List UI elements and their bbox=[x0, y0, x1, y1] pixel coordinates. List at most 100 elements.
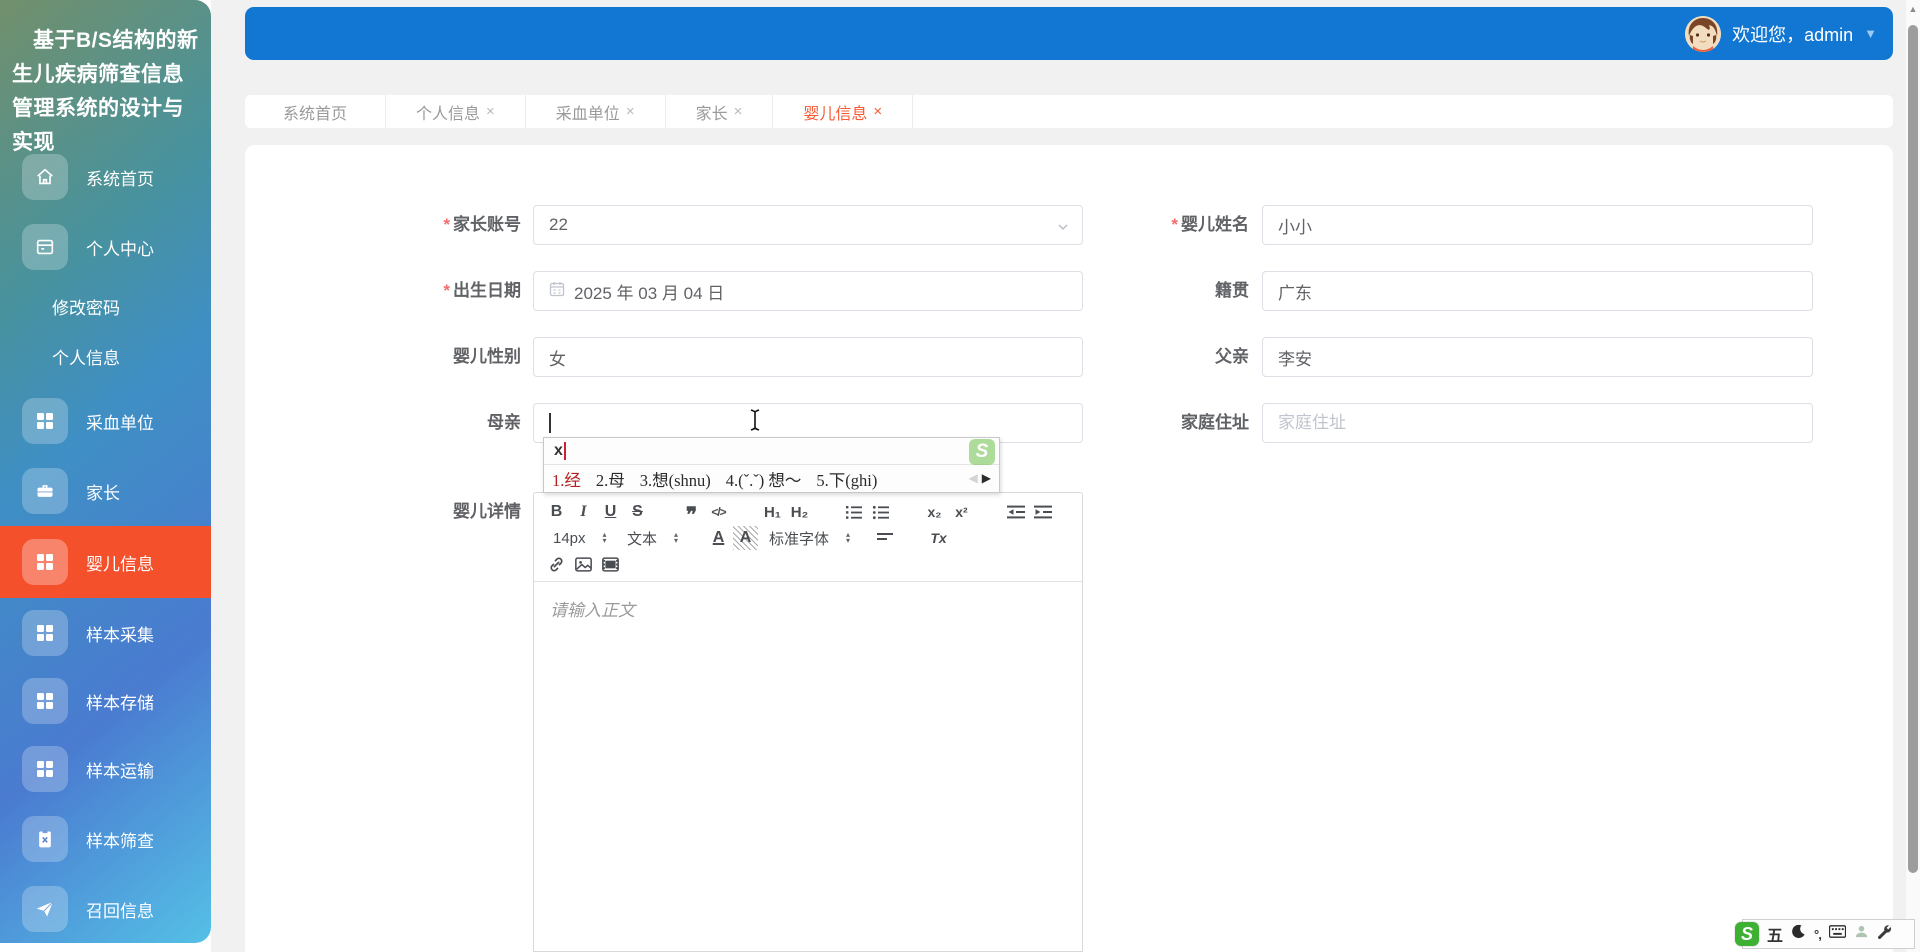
wrench-icon[interactable] bbox=[1877, 924, 1892, 944]
field-label: 婴儿性别 bbox=[453, 347, 521, 366]
code-block-button[interactable]: </> bbox=[706, 500, 731, 524]
format-select[interactable]: 文本 ▴ ▾ bbox=[618, 526, 704, 550]
ordered-list-button[interactable] bbox=[841, 500, 866, 524]
ibeam-cursor bbox=[748, 408, 762, 437]
tab-close-icon[interactable]: × bbox=[873, 103, 882, 120]
grid-icon bbox=[22, 398, 68, 444]
background-color-button[interactable]: A bbox=[733, 526, 758, 550]
ime-prev-page-icon[interactable]: ◀ bbox=[969, 471, 978, 486]
sogou-logo[interactable]: S bbox=[1735, 922, 1759, 946]
baby-info-form-card: *家长账号 22 *婴儿姓名 *出生日期 2025 年 03 月 04 日 籍贯 bbox=[245, 145, 1893, 952]
sidebar-item-home[interactable]: 系统首页 bbox=[0, 146, 211, 208]
avatar bbox=[1685, 15, 1722, 52]
scrollbar-up-arrow-icon[interactable]: ▲ bbox=[1906, 4, 1920, 14]
video-icon[interactable] bbox=[598, 552, 623, 576]
baby-name-input[interactable] bbox=[1262, 205, 1813, 245]
toolbar-row-3 bbox=[544, 551, 1072, 577]
sidebar-item-sample-storage[interactable]: 样本存储 bbox=[0, 670, 211, 732]
scrollbar-thumb[interactable] bbox=[1908, 25, 1918, 873]
superscript-button[interactable]: x² bbox=[949, 500, 974, 524]
home-address-input[interactable] bbox=[1262, 403, 1813, 443]
sidebar-item-blood-unit[interactable]: 采血单位 bbox=[0, 390, 211, 452]
link-icon[interactable] bbox=[544, 552, 569, 576]
sidebar-subitem-label: 个人信息 bbox=[52, 348, 120, 368]
user-icon[interactable] bbox=[1854, 924, 1869, 944]
tab-label: 系统首页 bbox=[283, 105, 348, 123]
image-icon[interactable] bbox=[571, 552, 596, 576]
subscript-button[interactable]: x₂ bbox=[922, 500, 947, 524]
tab-parents[interactable]: 家长 × bbox=[666, 95, 774, 128]
toolbar-gap bbox=[976, 500, 1001, 524]
native-place-input[interactable] bbox=[1262, 271, 1813, 311]
father-value[interactable] bbox=[1278, 347, 1797, 367]
sidebar-item-recall-info[interactable]: 召回信息 bbox=[0, 878, 211, 940]
baby-gender-value[interactable] bbox=[549, 347, 1067, 367]
tab-personal-info[interactable]: 个人信息 × bbox=[386, 95, 526, 128]
indent-button[interactable] bbox=[1030, 500, 1055, 524]
baby-gender-input[interactable] bbox=[533, 337, 1083, 377]
bold-button[interactable]: B bbox=[544, 500, 569, 524]
sidebar-item-sample-transport[interactable]: 样本运输 bbox=[0, 738, 211, 800]
ime-candidate-1[interactable]: 1.经 bbox=[552, 467, 581, 491]
moon-icon[interactable] bbox=[1791, 924, 1806, 944]
sidebar-subitem-personal-info[interactable]: 个人信息 bbox=[0, 334, 211, 378]
vertical-scrollbar[interactable]: ▲ bbox=[1906, 0, 1920, 952]
underline-button[interactable]: U bbox=[598, 500, 623, 524]
date-value: 2025 年 03 月 04 日 bbox=[574, 283, 725, 303]
heading2-button[interactable]: H₂ bbox=[787, 500, 812, 524]
ime-candidate-2[interactable]: 2.母 bbox=[596, 467, 625, 491]
sidebar-item-sample-collect[interactable]: 样本采集 bbox=[0, 602, 211, 664]
field-home-address: 家庭住址 bbox=[1005, 403, 1813, 443]
font-family-value: 标准字体 bbox=[769, 530, 830, 548]
sidebar-item-personal-center[interactable]: 个人中心 bbox=[0, 216, 211, 278]
text-color-button[interactable]: A bbox=[706, 526, 731, 550]
select-value: 22 bbox=[549, 215, 568, 234]
home-address-value[interactable] bbox=[1278, 413, 1797, 433]
sidebar-item-parents[interactable]: 家长 bbox=[0, 460, 211, 522]
sidebar-item-label: 系统首页 bbox=[86, 169, 154, 189]
editor-toolbar: B I U S ❞ </> H₁ H₂ x₂ x² 14px ▴ ▾ 文本 ▴ … bbox=[534, 493, 1082, 582]
tab-baby-info[interactable]: 婴儿信息 × bbox=[773, 95, 914, 128]
home-icon bbox=[22, 154, 68, 200]
italic-button[interactable]: I bbox=[571, 500, 596, 524]
ime-candidate-3[interactable]: 3.想(shnu) bbox=[640, 467, 711, 491]
sidebar-item-baby-info[interactable]: 婴儿信息 bbox=[0, 526, 211, 598]
font-size-select[interactable]: 14px ▴ ▾ bbox=[544, 526, 616, 550]
ime-candidate-5[interactable]: 5.下(ghi) bbox=[816, 467, 877, 491]
ime-status-bar[interactable]: S 五 °, bbox=[1735, 919, 1915, 949]
parent-account-select[interactable]: 22 bbox=[533, 205, 1083, 245]
birth-date-picker[interactable]: 2025 年 03 月 04 日 bbox=[533, 271, 1083, 311]
tab-home[interactable]: 系统首页 bbox=[245, 95, 387, 128]
tab-close-icon[interactable]: × bbox=[734, 103, 743, 120]
font-family-select[interactable]: 标准字体 ▴ ▾ bbox=[760, 526, 870, 550]
ime-mode-wubi[interactable]: 五 bbox=[1767, 922, 1783, 946]
tab-close-icon[interactable]: × bbox=[626, 103, 635, 120]
native-place-value[interactable] bbox=[1278, 281, 1797, 301]
tab-blood-unit[interactable]: 采血单位 × bbox=[526, 95, 666, 128]
user-menu[interactable]: 欢迎您，admin ▼ bbox=[1685, 15, 1877, 52]
ime-candidate-4[interactable]: 4.(ˇ.ˇ) 想～ bbox=[726, 467, 802, 491]
strikethrough-button[interactable]: S bbox=[625, 500, 650, 524]
clipboard-x-icon bbox=[22, 816, 68, 862]
ime-candidate-popup: x S 1.经 2.母 3.想(shnu) 4.(ˇ.ˇ) 想～ 5.下(ghi… bbox=[543, 437, 1000, 493]
outdent-button[interactable] bbox=[1003, 500, 1028, 524]
sidebar-item-sample-screening[interactable]: 样本筛查 bbox=[0, 808, 211, 870]
bullet-list-button[interactable] bbox=[868, 500, 893, 524]
tab-close-icon[interactable]: × bbox=[486, 103, 495, 120]
align-button[interactable] bbox=[872, 526, 897, 550]
rich-text-editor[interactable]: B I U S ❞ </> H₁ H₂ x₂ x² 14px ▴ ▾ 文本 ▴ … bbox=[533, 492, 1083, 952]
sidebar-subitem-change-password[interactable]: 修改密码 bbox=[0, 284, 211, 328]
baby-name-value[interactable] bbox=[1278, 215, 1797, 235]
ime-punctuation-toggle[interactable]: °, bbox=[1814, 927, 1822, 942]
field-label: * 婴儿姓名 bbox=[1171, 215, 1249, 234]
sidebar-item-label: 样本运输 bbox=[86, 761, 154, 781]
send-icon bbox=[22, 886, 68, 932]
editor-content[interactable]: 请输入正文 bbox=[534, 582, 1082, 635]
heading1-button[interactable]: H₁ bbox=[760, 500, 785, 524]
clear-format-button[interactable]: Tx bbox=[926, 526, 951, 550]
blockquote-button[interactable]: ❞ bbox=[679, 500, 704, 526]
father-input[interactable] bbox=[1262, 337, 1813, 377]
toolbar-gap bbox=[733, 500, 758, 524]
keyboard-icon[interactable] bbox=[1828, 925, 1847, 943]
ime-next-page-icon[interactable]: ▶ bbox=[982, 471, 991, 486]
